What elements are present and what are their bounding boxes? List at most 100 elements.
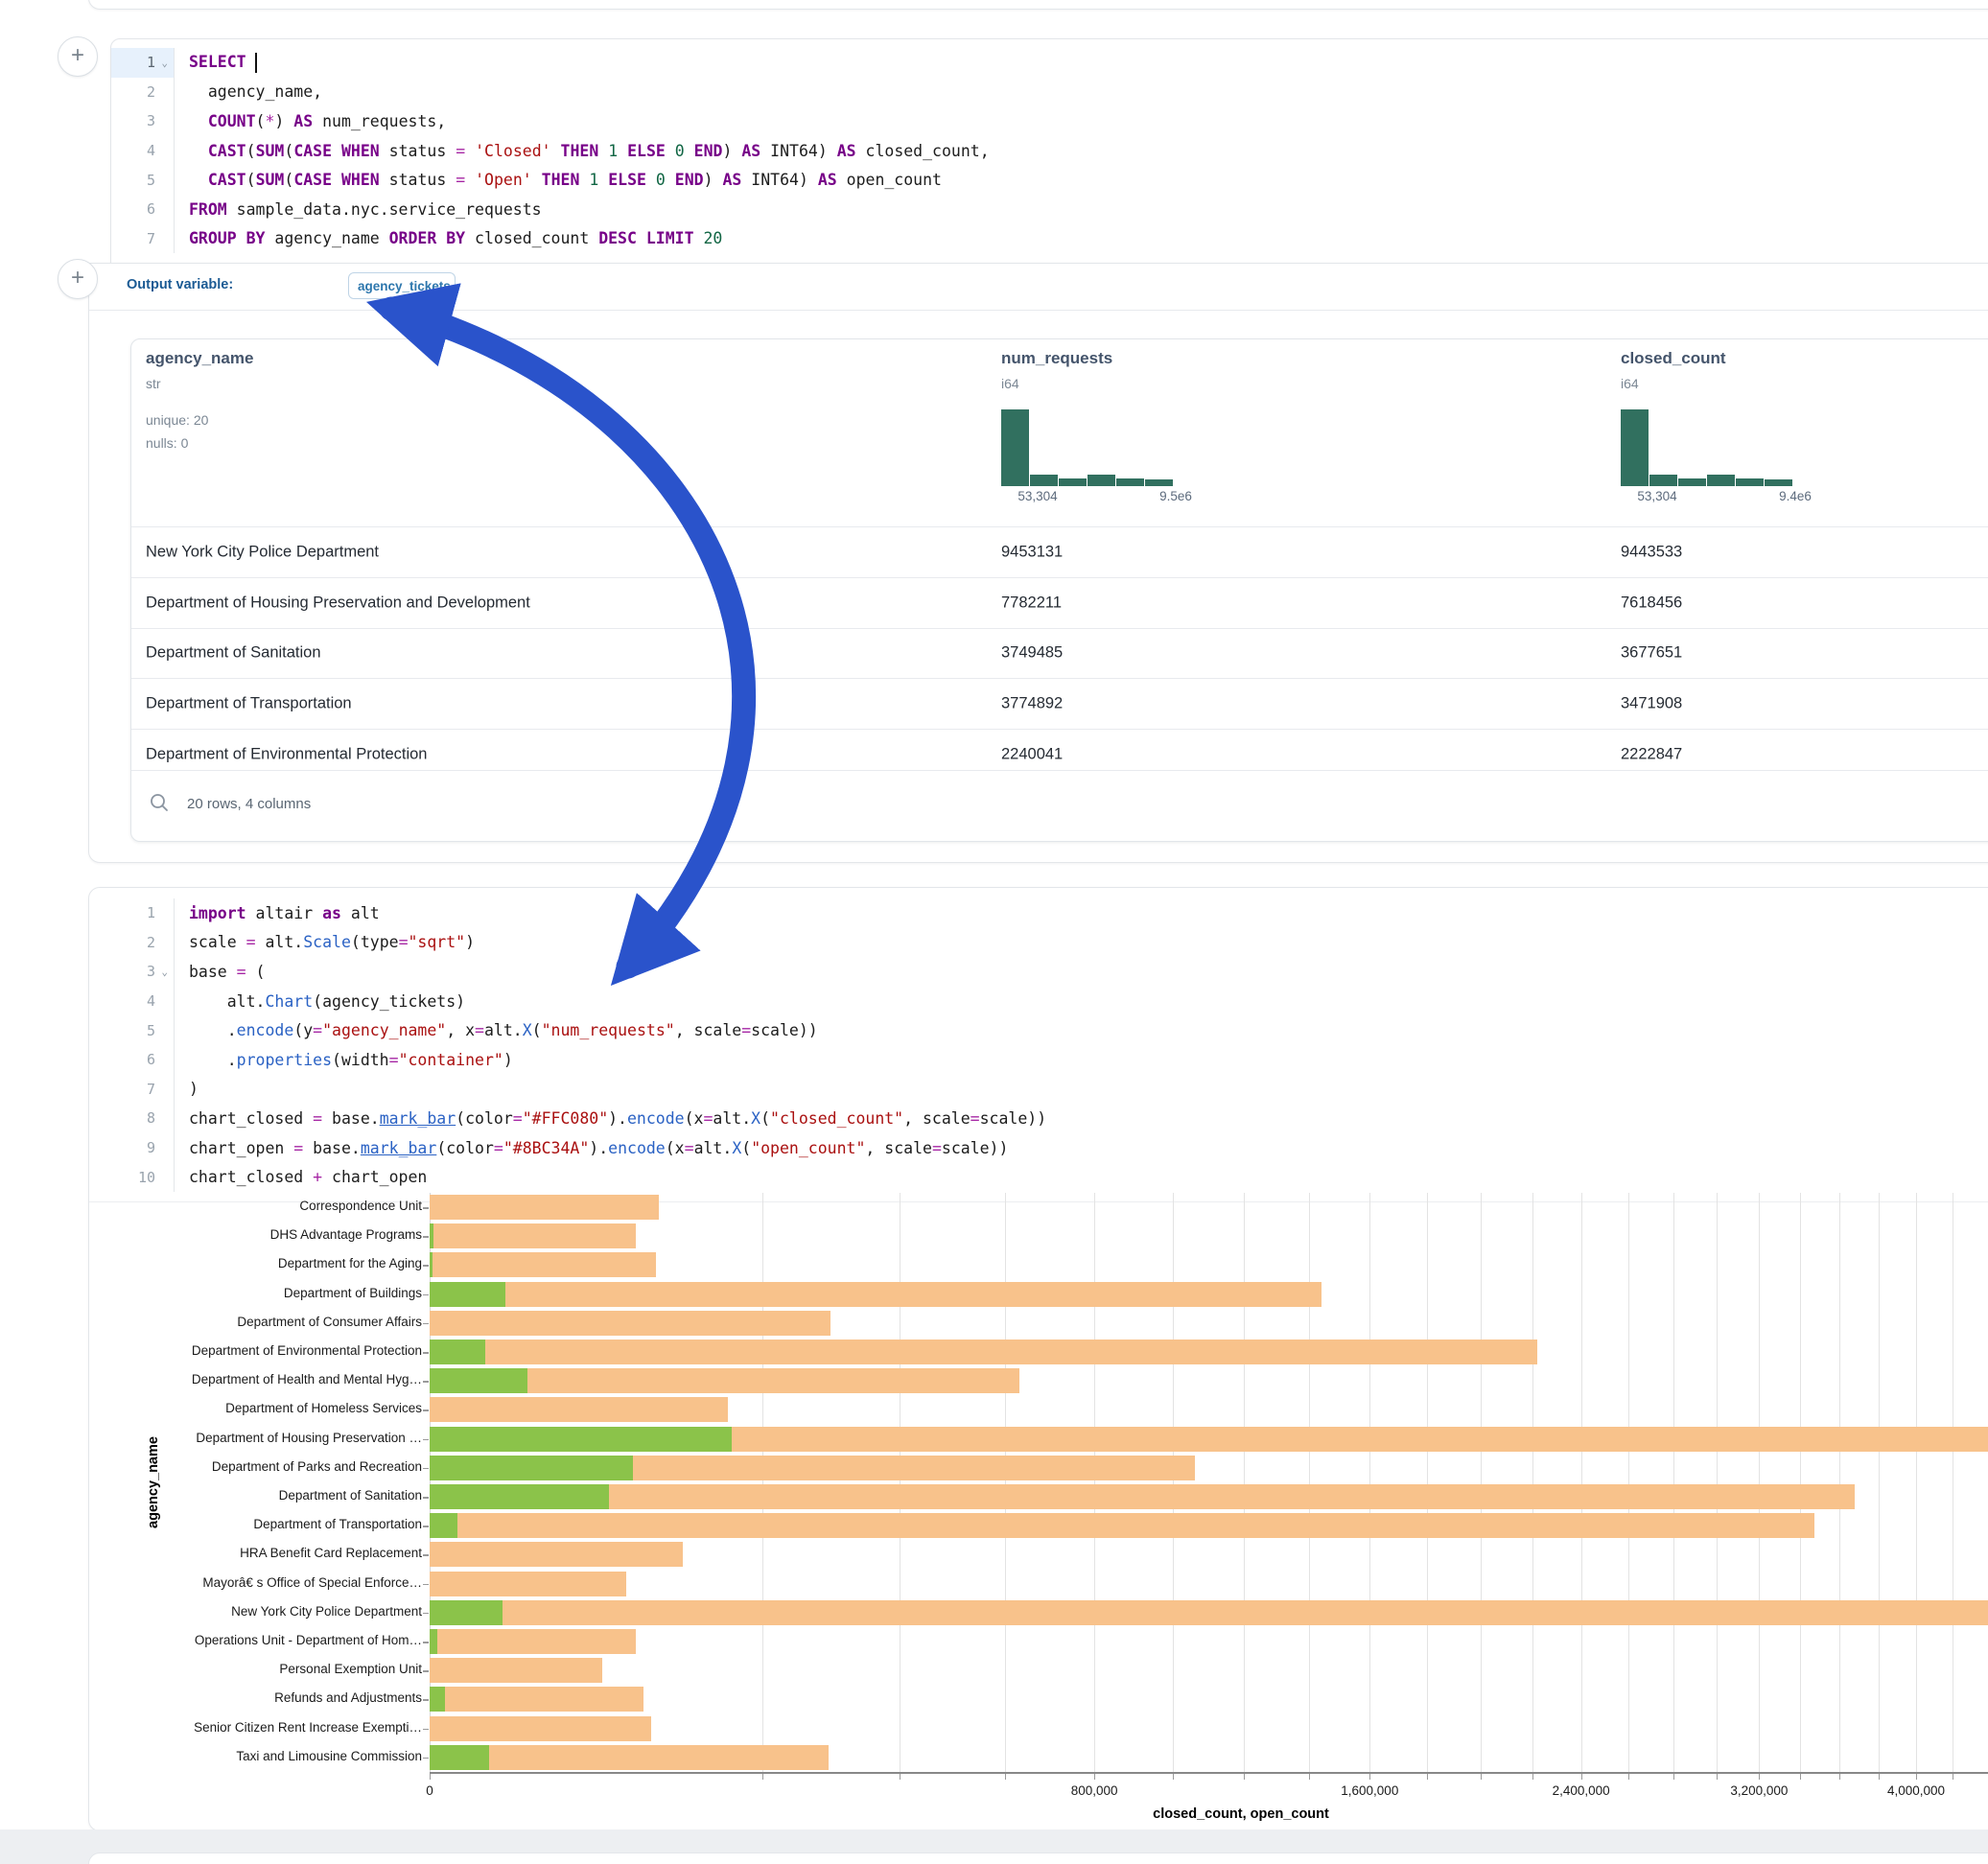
text-cursor <box>255 53 257 73</box>
sql-editor[interactable]: 1⌄SELECT2 agency_name,3 COUNT(*) AS num_… <box>111 39 1988 253</box>
output-variable-row: Output variable: agency_tickets <box>89 264 1988 311</box>
line-number: 5 <box>111 165 175 195</box>
line-number: 4 <box>111 987 175 1016</box>
code-text: chart_closed = base.mark_bar(color="#FFC… <box>175 1109 1046 1128</box>
column-histogram <box>1621 409 1795 486</box>
line-number: 7 <box>111 1075 175 1105</box>
code-line[interactable]: 10chart_closed + chart_open <box>111 1162 1988 1192</box>
sql-output-card: Output variable: agency_tickets agency_n… <box>88 263 1988 863</box>
table-footer: 20 rows, 4 columns <box>131 770 1988 841</box>
cell-output-divider <box>89 1201 1988 1202</box>
line-number: 6 <box>111 195 175 224</box>
table-row: New York City Police Department 9453131 94… <box>131 526 1988 577</box>
histogram-bar <box>1030 475 1058 486</box>
code-line[interactable]: 8chart_closed = base.mark_bar(color="#FF… <box>111 1104 1988 1133</box>
column-type: i64 <box>1621 376 1639 391</box>
column-type: i64 <box>1001 376 1019 391</box>
code-line[interactable]: 6 .properties(width="container") <box>111 1045 1988 1075</box>
add-cell-button[interactable]: + <box>58 36 98 77</box>
sql-cell: 1⌄SELECT2 agency_name,3 COUNT(*) AS num_… <box>110 38 1988 265</box>
table-cell: 3774892 <box>1001 695 1063 713</box>
row-column-count: 20 rows, 4 columns <box>187 796 311 812</box>
code-text: chart_open = base.mark_bar(color="#8BC34… <box>175 1139 1008 1157</box>
code-line[interactable]: 4 CAST(SUM(CASE WHEN status = 'Closed' T… <box>111 136 1988 166</box>
table-cell: 7782211 <box>1001 594 1062 612</box>
code-text: COUNT(*) AS num_requests, <box>175 112 446 130</box>
code-text: .encode(y="agency_name", x=alt.X("num_re… <box>175 1021 818 1039</box>
line-number: 1⌄ <box>111 48 175 78</box>
column-histogram <box>1001 409 1176 486</box>
line-number: 2 <box>111 928 175 958</box>
previous-cell-edge <box>88 0 1988 10</box>
code-line[interactable]: 1⌄SELECT <box>111 48 1988 78</box>
line-number: 4 <box>111 136 175 166</box>
histogram-bar <box>1765 479 1792 486</box>
search-icon[interactable] <box>149 792 170 813</box>
code-line[interactable]: 2 agency_name, <box>111 78 1988 107</box>
table-cell: 2240041 <box>1001 746 1063 764</box>
table-row: Department of Sanitation37494853677651 <box>131 628 1988 679</box>
histogram-bar <box>1145 479 1173 486</box>
fold-chevron-icon[interactable]: ⌄ <box>158 966 168 978</box>
line-number: 3⌄ <box>111 957 175 987</box>
code-line[interactable]: 7) <box>111 1075 1988 1105</box>
column-type: str <box>146 376 161 391</box>
histogram-bar <box>1116 478 1144 486</box>
line-number: 2 <box>111 78 175 107</box>
code-text: scale = alt.Scale(type="sqrt") <box>175 933 475 951</box>
table-cell: 9443533 <box>1621 543 1682 561</box>
code-text: agency_name, <box>175 82 322 101</box>
table-cell: 9453131 <box>1001 543 1063 561</box>
column-name[interactable]: num_requests <box>1001 349 1112 368</box>
table-row: Department of Transportation377489234719… <box>131 678 1988 729</box>
column-name[interactable]: agency_name <box>146 349 253 368</box>
line-number: 5 <box>111 1015 175 1045</box>
code-text: FROM sample_data.nyc.service_requests <box>175 200 542 219</box>
table-cell: 7618456 <box>1621 594 1682 612</box>
line-number: 6 <box>111 1045 175 1075</box>
table-cell: 3677651 <box>1621 644 1682 663</box>
code-line[interactable]: 4 alt.Chart(agency_tickets) <box>111 987 1988 1016</box>
code-line[interactable]: 6FROM sample_data.nyc.service_requests <box>111 195 1988 224</box>
code-line[interactable]: 3 COUNT(*) AS num_requests, <box>111 106 1988 136</box>
histogram-bar <box>1678 478 1706 486</box>
code-line[interactable]: 5 .encode(y="agency_name", x=alt.X("num_… <box>111 1015 1988 1045</box>
histogram-bar <box>1736 478 1764 486</box>
python-editor[interactable]: 1import altair as alt2scale = alt.Scale(… <box>89 888 1988 1192</box>
notebook-canvas: + + 1⌄SELECT2 agency_name,3 COUNT(*) AS … <box>0 0 1988 1864</box>
code-line[interactable]: 5 CAST(SUM(CASE WHEN status = 'Open' THE… <box>111 165 1988 195</box>
table-cell: New York City Police Department <box>146 543 379 561</box>
results-table: agency_namestr unique: 20 nulls: 0 num_requ… <box>130 338 1988 842</box>
histogram-bar <box>1621 409 1649 486</box>
table-body: New York City Police Department 9453131 94… <box>131 526 1988 780</box>
code-line[interactable]: 2scale = alt.Scale(type="sqrt") <box>111 928 1988 958</box>
line-number: 3 <box>111 106 175 136</box>
code-text: base = ( <box>175 963 265 981</box>
code-line[interactable]: 1import altair as alt <box>111 898 1988 928</box>
output-variable-input[interactable]: agency_tickets <box>348 272 456 299</box>
table-cell: Department of Sanitation <box>146 644 321 663</box>
line-number: 9 <box>111 1133 175 1163</box>
output-variable-label: Output variable: <box>127 277 233 292</box>
table-cell: Department of Environmental Protection <box>146 746 427 764</box>
histogram-range-labels: 53,3049.4e6 <box>1621 489 1851 506</box>
code-line[interactable]: 3⌄base = ( <box>111 957 1988 987</box>
table-cell: 2222847 <box>1621 746 1682 764</box>
code-text: .properties(width="container") <box>175 1051 513 1069</box>
column-name[interactable]: closed_count <box>1621 349 1726 368</box>
next-cell-edge <box>88 1852 1988 1864</box>
code-line[interactable]: 7GROUP BY agency_name ORDER BY closed_co… <box>111 224 1988 254</box>
code-line[interactable]: 9chart_open = base.mark_bar(color="#8BC3… <box>111 1133 1988 1163</box>
add-cell-button[interactable]: + <box>58 259 98 299</box>
histogram-bar <box>1001 409 1029 486</box>
line-number: 8 <box>111 1104 175 1133</box>
line-number: 1 <box>111 898 175 928</box>
fold-chevron-icon[interactable]: ⌄ <box>158 57 168 69</box>
code-text: CAST(SUM(CASE WHEN status = 'Open' THEN … <box>175 171 942 189</box>
histogram-bar <box>1088 475 1115 486</box>
column-stat: nulls: 0 <box>146 435 188 451</box>
code-text: ) <box>175 1080 199 1098</box>
column-stat: unique: 20 <box>146 412 208 428</box>
code-text: import altair as alt <box>175 904 380 922</box>
table-cell: Department of Transportation <box>146 695 352 713</box>
